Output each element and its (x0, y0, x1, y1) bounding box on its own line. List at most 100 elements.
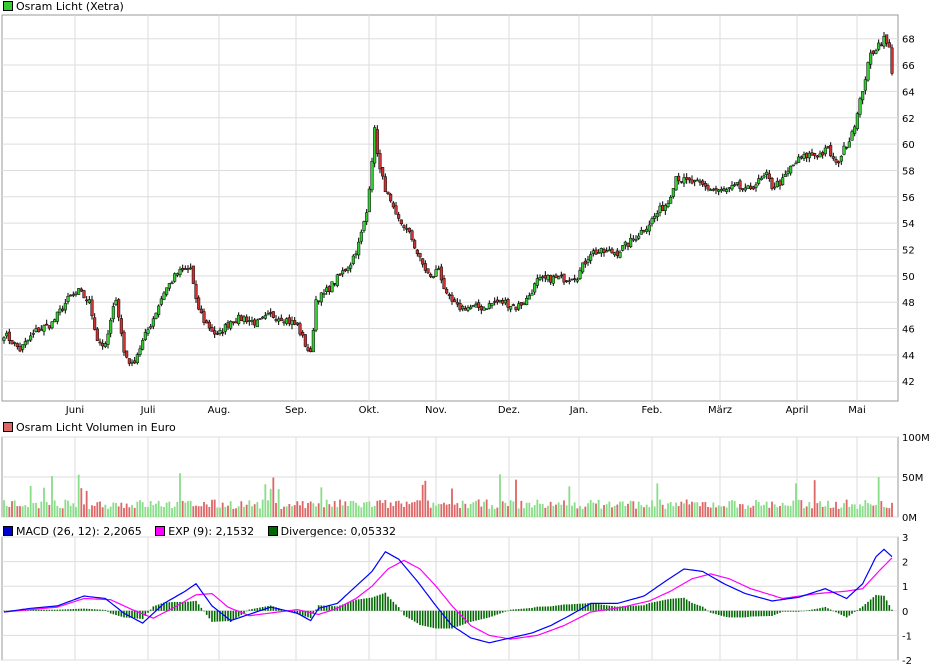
volume-bar (869, 504, 872, 517)
volume-bar (131, 504, 133, 517)
candle-body (778, 180, 782, 186)
volume-bar (571, 505, 573, 517)
volume-bar (229, 501, 232, 517)
candle-body (629, 237, 633, 248)
volume-bar (405, 501, 408, 517)
candle-body (282, 321, 286, 324)
candle-body (359, 231, 363, 242)
candle-body (18, 345, 22, 352)
divergence-bar (653, 601, 656, 611)
x-tick-label: Feb. (642, 405, 663, 416)
candle-body (535, 278, 539, 286)
divergence-bar (117, 610, 120, 616)
volume-bar (211, 499, 213, 517)
candle-body (610, 248, 614, 254)
candle-body (261, 316, 265, 319)
volume-bar (616, 504, 619, 517)
volume-bar (496, 507, 499, 517)
volume-bar (467, 507, 469, 517)
divergence-bar (477, 610, 480, 620)
volume-bar (424, 480, 427, 517)
candle-body (2, 337, 6, 341)
volume-bar (336, 507, 339, 517)
candle-body (402, 225, 406, 229)
divergence-bar (867, 601, 869, 611)
candle-body (125, 350, 129, 358)
candle-body (677, 175, 681, 181)
divergence-bar (472, 610, 475, 622)
volume-bar (160, 506, 163, 517)
volume-bar (600, 508, 603, 517)
divergence-bar (400, 610, 403, 612)
divergence-bar (51, 609, 53, 611)
divergence-bar (37, 609, 40, 611)
volume-bar (75, 507, 77, 517)
volume-bar (603, 505, 605, 517)
divergence-bar (395, 604, 397, 611)
candle-body (714, 188, 718, 191)
candle-body (191, 265, 195, 284)
divergence-bar (480, 610, 483, 620)
candle-body (103, 343, 107, 347)
divergence-bar (328, 605, 331, 611)
volume-bar (661, 504, 664, 517)
divergence-bar (355, 599, 357, 611)
volume-bar (448, 504, 451, 517)
volume-bar (672, 506, 675, 517)
x-tick-label: Juli (140, 405, 156, 416)
candle-body (277, 318, 281, 322)
candle-body (805, 152, 809, 159)
y-tick-label: 42 (902, 377, 915, 388)
candle-body (290, 320, 294, 325)
candle-body (773, 186, 777, 189)
volume-bar (429, 507, 432, 517)
candle-body (869, 52, 873, 65)
candle-body (23, 341, 27, 346)
volume-bar (445, 504, 448, 517)
candle-body (722, 188, 726, 191)
volume-bar (11, 501, 13, 517)
volume-bar (309, 501, 312, 517)
volume-bar (704, 502, 707, 517)
volume-bar (579, 505, 581, 517)
volume-bar (283, 506, 285, 517)
volume-bar (144, 506, 147, 517)
volume-bar (664, 508, 667, 517)
candle-body (829, 145, 833, 157)
volume-bar (403, 506, 405, 517)
volume-bar (365, 501, 368, 517)
volume-bar (203, 501, 205, 517)
candle-body (95, 328, 99, 341)
candle-body (839, 155, 843, 162)
volume-bar (355, 502, 357, 517)
candle-body (442, 278, 446, 290)
volume-bar (371, 506, 373, 517)
candle-body (781, 177, 785, 185)
volume-bar (525, 502, 528, 517)
volume-bar (816, 503, 819, 517)
volume-bar (635, 508, 637, 517)
candle-body (317, 300, 321, 303)
volume-bar (440, 504, 443, 517)
divergence-bar (827, 608, 829, 611)
candle-body (199, 308, 203, 314)
volume-bar (141, 502, 144, 517)
divergence-bar (656, 601, 659, 611)
divergence-bar (536, 606, 539, 611)
divergence-bar (795, 610, 797, 612)
volume-bar (768, 507, 771, 517)
candle-body (311, 329, 315, 353)
candle-body (146, 329, 150, 334)
volume-bar (352, 500, 355, 517)
volume-bar (349, 500, 352, 517)
candle-body (823, 147, 827, 155)
volume-bar (120, 502, 123, 517)
divergence-bar (368, 597, 371, 611)
volume-bar (509, 500, 512, 517)
divergence-bar (880, 595, 883, 611)
candle-body (271, 311, 275, 318)
candle-body (221, 331, 225, 334)
candle-body (31, 332, 35, 335)
candle-body (687, 177, 691, 181)
divergence-bar (851, 610, 853, 614)
